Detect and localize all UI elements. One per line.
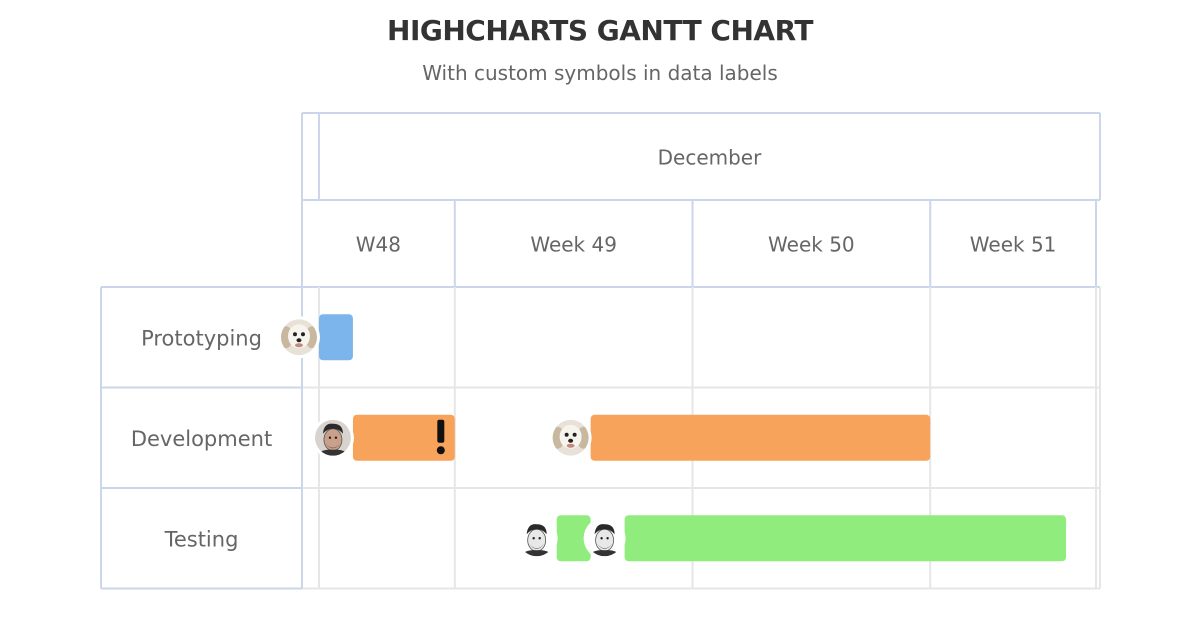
exclamation-icon	[436, 419, 445, 455]
category-table: Prototyping Development Testing	[100, 113, 303, 590]
month-label: December	[658, 146, 762, 170]
timeline-header: December W48 Week 49 Week 50 Week 51	[101, 112, 1101, 288]
category-label: Prototyping	[141, 326, 262, 350]
task-bar	[624, 515, 1067, 562]
week-label: W48	[356, 233, 401, 257]
man-avatar-icon	[314, 419, 351, 456]
man-avatar-icon	[586, 520, 623, 557]
task-bar	[590, 414, 931, 461]
category-label: Testing	[164, 527, 239, 551]
man-avatar-icon	[518, 520, 555, 557]
gantt-chart: December W48 Week 49 Week 50 Week 51 Prototyp…	[100, 112, 1101, 590]
category-label: Development	[131, 427, 272, 451]
week-label: Week 49	[530, 233, 617, 257]
week-label: Week 51	[970, 233, 1057, 257]
week-label: Week 50	[768, 233, 855, 257]
task-bars	[277, 314, 1067, 562]
task-bar	[318, 314, 353, 361]
